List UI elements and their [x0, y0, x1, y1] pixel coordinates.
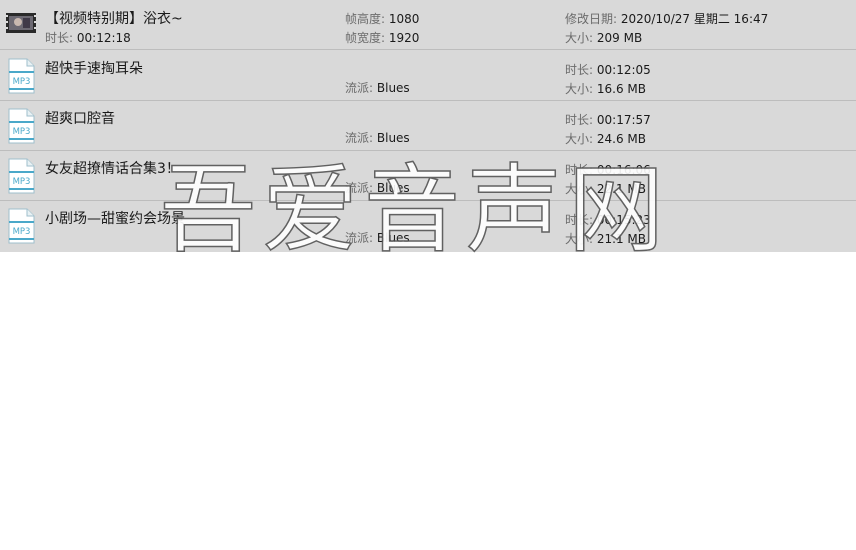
size-field: 大小: 209 MB: [565, 31, 643, 45]
file-name: 超爽口腔音: [45, 111, 115, 127]
svg-text:MP3: MP3: [13, 127, 31, 137]
genre-field: 流派: Blues: [345, 181, 410, 195]
genre-field: 流派: Blues: [345, 231, 410, 245]
size-field: 大小: 16.6 MB: [565, 82, 646, 96]
list-item[interactable]: MP3 女友超撩情话合集3！ 流派: Blues 时长: 00:16:06 大小…: [0, 151, 856, 201]
file-name: 超快手速掏耳朵: [45, 61, 143, 77]
svg-text:MP3: MP3: [13, 77, 31, 87]
list-item[interactable]: MP3 超快手速掏耳朵 流派: Blues 时长: 00:12:05 大小: 1…: [0, 51, 856, 101]
duration-field: 时长: 00:16:06: [565, 163, 651, 177]
duration-field: 时长: 00:12:18: [45, 31, 131, 45]
file-name: 女友超撩情话合集3！: [45, 161, 180, 177]
frame-height-field: 帧高度: 1080: [345, 12, 420, 26]
genre-field: 流派: Blues: [345, 81, 410, 95]
file-list: 【视频特别期】浴衣~ 时长: 00:12:18 帧高度: 1080 帧宽度: 1…: [0, 0, 856, 252]
modified-date-field: 修改日期: 2020/10/27 星期二 16:47: [565, 12, 769, 26]
size-field: 大小: 24.6 MB: [565, 132, 646, 146]
duration-field: 时长: 00:15:23: [565, 213, 651, 227]
mp3-file-icon: MP3: [6, 158, 36, 194]
list-item[interactable]: MP3 超爽口腔音 流派: Blues 时长: 00:17:57 大小: 24.…: [0, 101, 856, 151]
file-name: 【视频特别期】浴衣~: [45, 11, 183, 27]
file-name: 小剧场—甜蜜约会场景: [45, 211, 185, 227]
size-field: 大小: 21.1 MB: [565, 232, 646, 246]
svg-text:MP3: MP3: [13, 177, 31, 187]
frame-width-field: 帧宽度: 1920: [345, 31, 420, 45]
mp3-file-icon: MP3: [6, 208, 36, 244]
list-item[interactable]: 【视频特别期】浴衣~ 时长: 00:12:18 帧高度: 1080 帧宽度: 1…: [0, 0, 856, 50]
list-item[interactable]: MP3 小剧场—甜蜜约会场景 流派: Blues 时长: 00:15:23 大小…: [0, 201, 856, 251]
size-field: 大小: 22.1 MB: [565, 182, 646, 196]
video-thumbnail-icon: [6, 7, 36, 43]
duration-field: 时长: 00:17:57: [565, 113, 651, 127]
svg-text:MP3: MP3: [13, 227, 31, 237]
mp3-file-icon: MP3: [6, 108, 36, 144]
genre-field: 流派: Blues: [345, 131, 410, 145]
mp3-file-icon: MP3: [6, 58, 36, 94]
duration-field: 时长: 00:12:05: [565, 63, 651, 77]
